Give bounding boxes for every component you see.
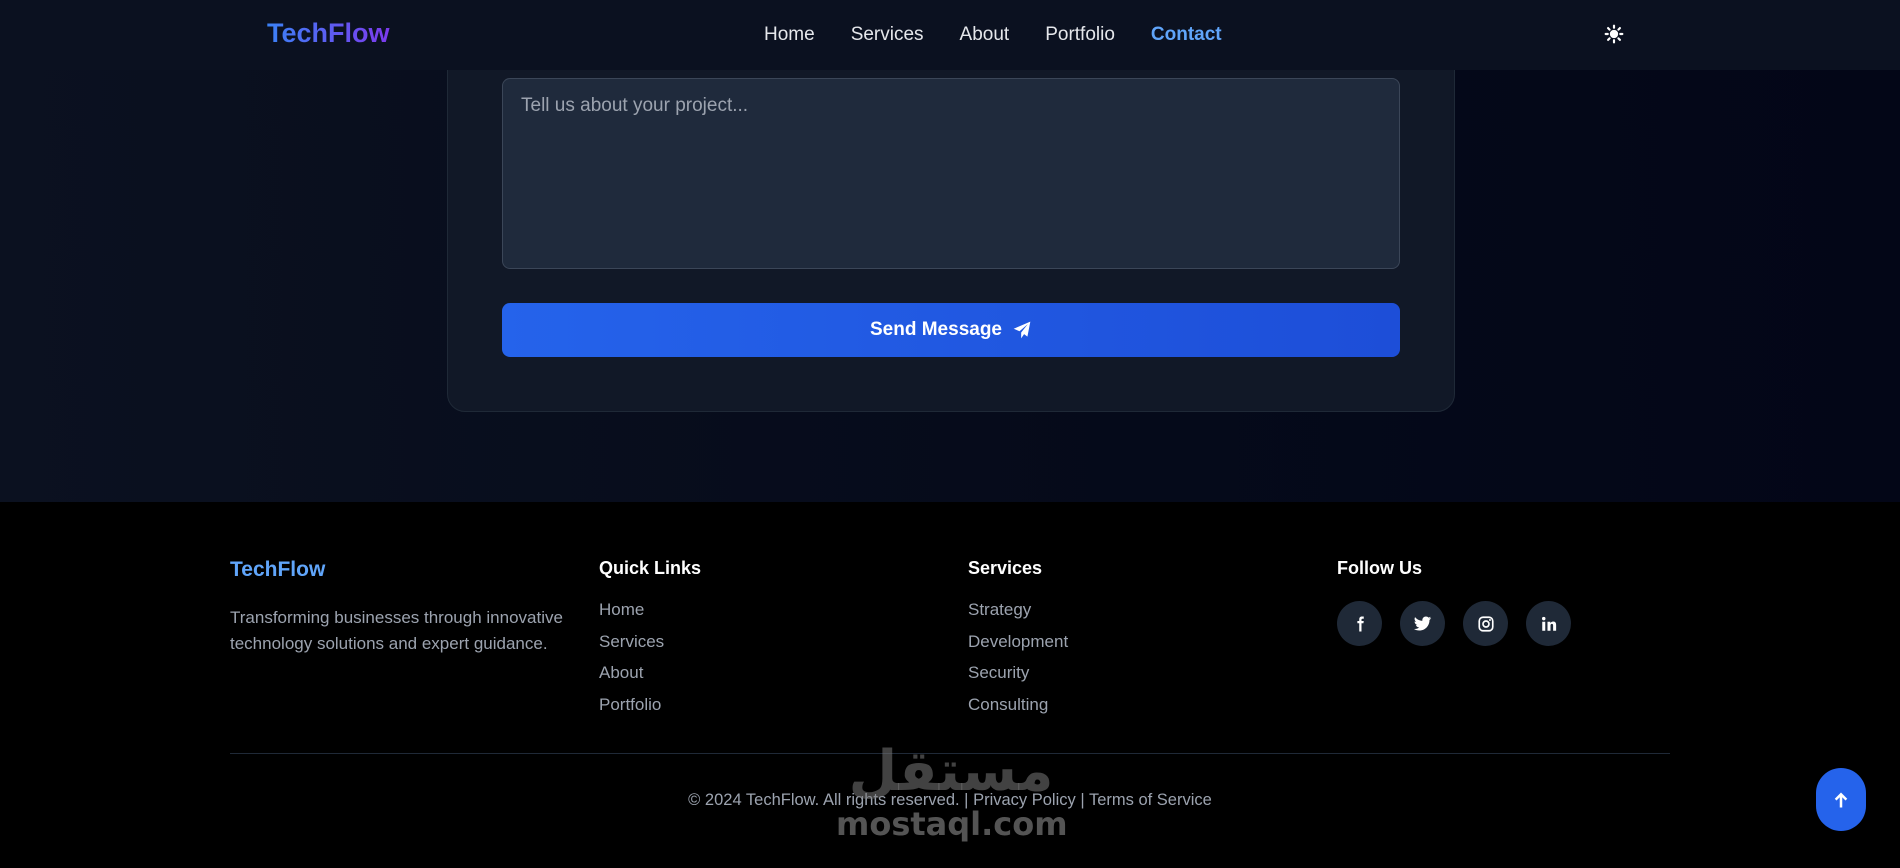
separator: |	[964, 791, 969, 809]
sun-icon	[1604, 24, 1624, 44]
footer-service-security[interactable]: Security	[968, 663, 1029, 682]
footer-description: Transforming businesses through innovati…	[230, 608, 563, 653]
list-item: About	[599, 663, 664, 695]
footer-link-portfolio[interactable]: Portfolio	[599, 695, 661, 714]
footer-link-services[interactable]: Services	[599, 632, 664, 651]
footer-service-consulting[interactable]: Consulting	[968, 695, 1048, 714]
instagram-button[interactable]	[1463, 601, 1508, 646]
list-item: Portfolio	[599, 695, 664, 727]
footer-brand: TechFlow	[230, 558, 326, 581]
nav-home[interactable]: Home	[764, 24, 815, 46]
nav-services[interactable]: Services	[851, 24, 924, 46]
footer-service-development[interactable]: Development	[968, 632, 1068, 651]
list-item: Home	[599, 600, 664, 632]
facebook-button[interactable]	[1337, 601, 1382, 646]
list-item: Strategy	[968, 600, 1068, 632]
send-message-label: Send Message	[870, 319, 1002, 340]
send-message-button[interactable]: Send Message	[502, 303, 1400, 357]
separator: |	[1080, 791, 1085, 809]
list-item: Services	[599, 632, 664, 664]
footer-link-home[interactable]: Home	[599, 600, 644, 619]
terms-of-service-link[interactable]: Terms of Service	[1089, 791, 1212, 809]
social-links	[1337, 601, 1571, 646]
linkedin-button[interactable]	[1526, 601, 1571, 646]
linkedin-icon	[1541, 616, 1556, 631]
scroll-to-top-button[interactable]	[1816, 768, 1866, 831]
footer-service-strategy[interactable]: Strategy	[968, 600, 1031, 619]
footer-link-about[interactable]: About	[599, 663, 643, 682]
list-item: Security	[968, 663, 1068, 695]
nav-contact[interactable]: Contact	[1151, 24, 1222, 46]
nav-portfolio[interactable]: Portfolio	[1045, 24, 1115, 46]
message-textarea[interactable]	[502, 78, 1400, 269]
arrow-up-icon	[1834, 792, 1848, 807]
copyright-text: © 2024 TechFlow. All rights reserved.	[688, 791, 960, 809]
footer-bottom: © 2024 TechFlow. All rights reserved. | …	[0, 791, 1900, 810]
quick-links-list: Home Services About Portfolio	[599, 600, 664, 726]
site-footer	[0, 502, 1900, 868]
list-item: Consulting	[968, 695, 1068, 727]
main-nav: Home Services About Portfolio Contact	[764, 24, 1222, 46]
theme-toggle-button[interactable]	[1602, 22, 1626, 46]
quick-links-title: Quick Links	[599, 558, 702, 578]
footer-divider	[230, 753, 1670, 754]
nav-about[interactable]: About	[960, 24, 1010, 46]
twitter-button[interactable]	[1400, 601, 1445, 646]
privacy-policy-link[interactable]: Privacy Policy	[973, 791, 1076, 809]
instagram-icon	[1477, 615, 1494, 632]
paper-plane-icon	[1013, 321, 1031, 339]
list-item: Development	[968, 632, 1068, 664]
services-list: Strategy Development Security Consulting	[968, 600, 1068, 726]
twitter-icon	[1413, 616, 1432, 631]
site-logo[interactable]: TechFlow	[267, 18, 390, 49]
facebook-icon	[1356, 616, 1364, 631]
follow-us-title: Follow Us	[1337, 558, 1422, 578]
services-title: Services	[968, 558, 1043, 578]
top-navbar: TechFlow Home Services About Portfolio C…	[0, 0, 1900, 70]
